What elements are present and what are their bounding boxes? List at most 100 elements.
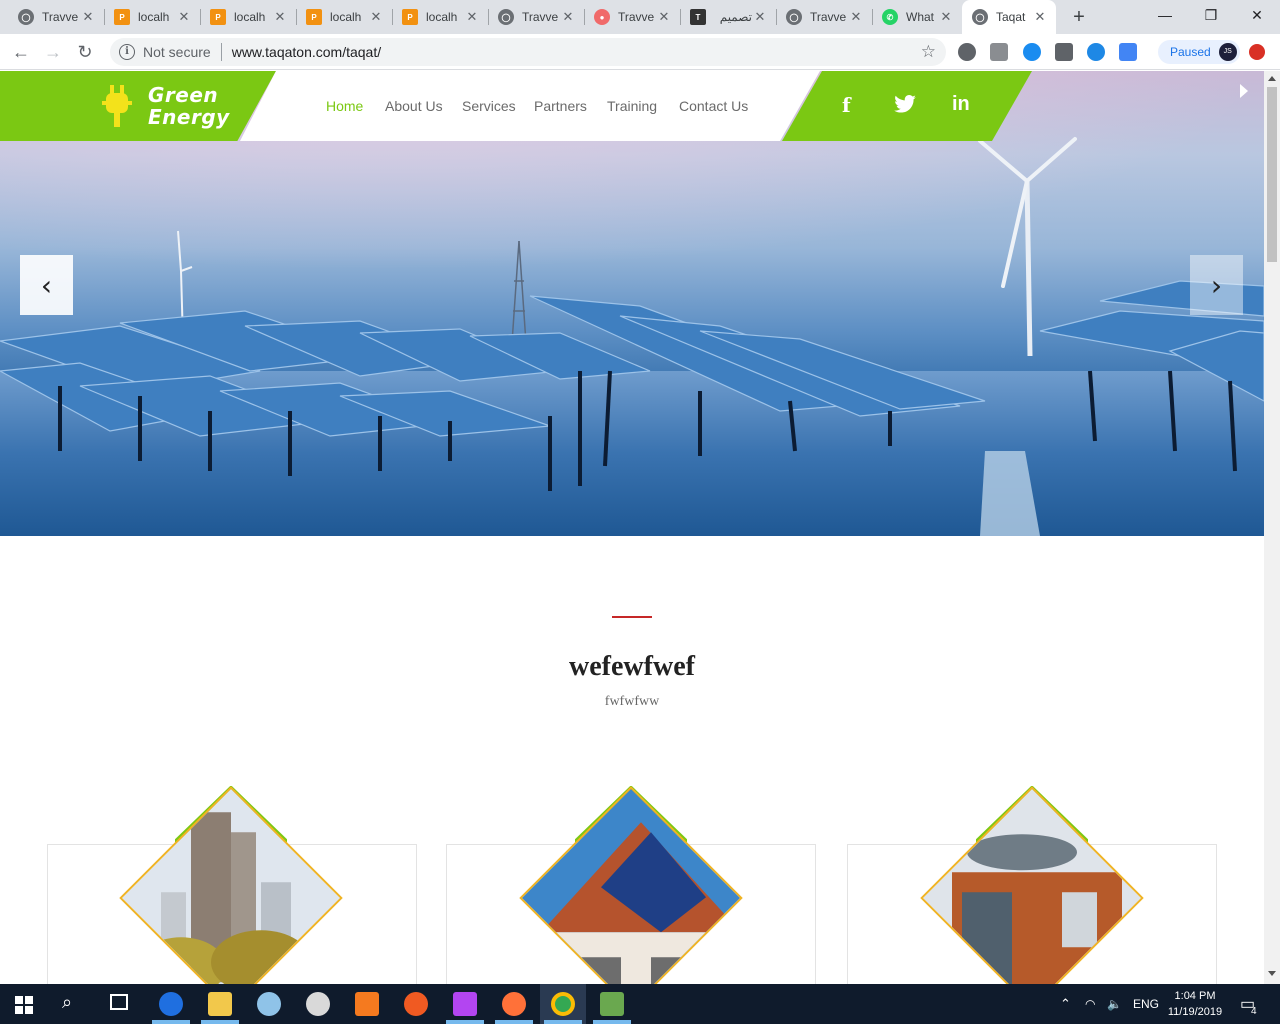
brand-line1: Green [148,83,219,107]
address-bar[interactable]: i Not secure www.taqaton.com/taqat/ ☆ [110,38,946,66]
paint-app-icon[interactable] [257,992,281,1016]
nav-partners[interactable]: Partners [534,98,587,114]
browser-tab[interactable]: P localh ✕ [200,0,296,34]
close-tab-icon[interactable]: ✕ [368,9,384,25]
twitter-icon[interactable] [894,95,916,113]
city-buildings-image [119,786,343,984]
close-tab-icon[interactable]: ✕ [1032,9,1048,25]
tray-chevron-icon[interactable]: ⌃ [1060,984,1071,1024]
social-links: f in [782,71,1032,141]
back-button[interactable]: ← [10,41,32,63]
avatar: JS [1218,43,1237,61]
task-view-icon[interactable] [110,994,128,1010]
hero-slider: Green Energy Home About Us Services Part… [0,71,1264,536]
maps-app-icon[interactable] [159,992,183,1016]
browser-tab[interactable]: ◯ Travve ✕ [488,0,584,34]
phpmyadmin-icon: P [210,9,226,25]
card-image-diamond [920,786,1144,984]
close-tab-icon[interactable]: ✕ [752,9,768,25]
windows-start-icon[interactable] [15,996,33,1014]
xampp-icon[interactable] [355,992,379,1016]
plug-bulb-icon [102,85,132,127]
close-tab-icon[interactable]: ✕ [272,9,288,25]
notifications-count: 4 [1251,1006,1257,1017]
scrollbar-thumb[interactable] [1267,87,1277,262]
carousel-next-button[interactable]: › [1190,255,1243,315]
browser-tab[interactable]: ◯ Travve ✕ [8,0,104,34]
section-title: wefewfwef [569,651,695,682]
extension-sync-icon[interactable] [1023,43,1041,61]
url-text[interactable]: www.taqaton.com/taqat/ [232,44,381,60]
firefox-icon[interactable] [502,992,526,1016]
nav-services[interactable]: Services [462,98,516,114]
clock[interactable]: 1:04 PM 11/19/2019 [1160,988,1230,1020]
close-tab-icon[interactable]: ✕ [560,9,576,25]
translate-icon[interactable] [1119,43,1137,61]
browser-toolbar: ← → ↻ i Not secure www.taqaton.com/taqat… [0,34,1280,70]
sublime-text-icon[interactable] [404,992,428,1016]
linkedin-icon[interactable]: in [952,93,970,116]
globe-icon: ◯ [972,9,988,25]
green-app-icon[interactable] [600,992,624,1016]
close-tab-icon[interactable]: ✕ [464,9,480,25]
close-tab-icon[interactable]: ✕ [176,9,192,25]
globe-icon: ◯ [786,9,802,25]
browser-tab[interactable]: ✆ What ✕ [872,0,962,34]
profile-button[interactable]: Paused JS [1158,40,1240,64]
facebook-icon[interactable]: f [842,93,851,117]
modern-building-image [920,786,1144,984]
brand-line2: Energy [148,105,230,129]
camera-icon[interactable] [990,43,1008,61]
section-subtitle: fwfwfww [604,694,660,709]
file-explorer-icon[interactable] [208,992,232,1016]
extension-recycle-icon[interactable] [958,43,976,61]
extension-infinity-icon[interactable] [1087,43,1105,61]
facebook-extension-icon[interactable] [1055,43,1073,61]
browser-tab-active[interactable]: ◯ Taqat ✕ [962,0,1056,34]
search-icon[interactable]: ⌕ [62,992,72,1013]
tab-strip: ◯ Travve ✕ P localh ✕ P localh ✕ P local… [0,0,1280,34]
close-tab-icon[interactable]: ✕ [80,9,96,25]
nav-home[interactable]: Home [326,98,363,114]
update-menu-icon[interactable] [1249,44,1265,60]
windows-taskbar: ⌕ ⌃ ◠ 🔈 ENG 1:04 PM 11/19/2019 ▭ 4 [0,984,1280,1024]
minimize-button[interactable]: — [1142,0,1188,30]
info-icon[interactable]: i [119,44,135,60]
close-window-button[interactable]: ✕ [1234,0,1280,30]
new-tab-button[interactable]: + [1068,6,1090,28]
globe-icon: ◯ [498,9,514,25]
bookmark-star-icon[interactable]: ☆ [921,42,936,62]
phpstorm-icon[interactable] [453,992,477,1016]
close-tab-icon[interactable]: ✕ [848,9,864,25]
notifications-icon[interactable]: ▭ [1240,984,1255,1024]
satellite-app-icon[interactable] [306,992,330,1016]
card-image-diamond [119,786,343,984]
whatsapp-icon: ✆ [882,9,898,25]
wifi-icon[interactable]: ◠ [1085,984,1095,1024]
carousel-prev-button[interactable]: ‹ [20,255,73,315]
browser-tab[interactable]: ◯ Travve ✕ [776,0,872,34]
browser-tab[interactable]: P localh ✕ [392,0,488,34]
nav-training[interactable]: Training [607,98,657,114]
asana-icon: ● [594,9,610,25]
reload-button[interactable]: ↻ [74,41,96,63]
page-scrollbar[interactable] [1264,71,1280,984]
browser-tab[interactable]: T تصميم ✕ [680,0,776,34]
nav-contact-us[interactable]: Contact Us [679,98,748,114]
browser-tab[interactable]: P localh ✕ [104,0,200,34]
volume-icon[interactable]: 🔈 [1107,984,1122,1024]
chrome-icon[interactable] [551,992,575,1016]
phpmyadmin-icon: P [402,9,418,25]
browser-tab[interactable]: ● Travve ✕ [584,0,680,34]
close-tab-icon[interactable]: ✕ [656,9,672,25]
brand-logo[interactable]: Green Energy [0,71,276,141]
security-label[interactable]: Not secure [143,44,211,60]
browser-tab[interactable]: P localh ✕ [296,0,392,34]
nav-about-us[interactable]: About Us [385,98,443,114]
language-indicator[interactable]: ENG [1133,984,1159,1024]
house-solar-roof-image [519,786,743,984]
menu-arrow-icon[interactable] [1240,84,1248,98]
forward-button[interactable]: → [42,41,64,63]
close-tab-icon[interactable]: ✕ [938,9,954,25]
restore-button[interactable]: ❐ [1188,0,1234,30]
